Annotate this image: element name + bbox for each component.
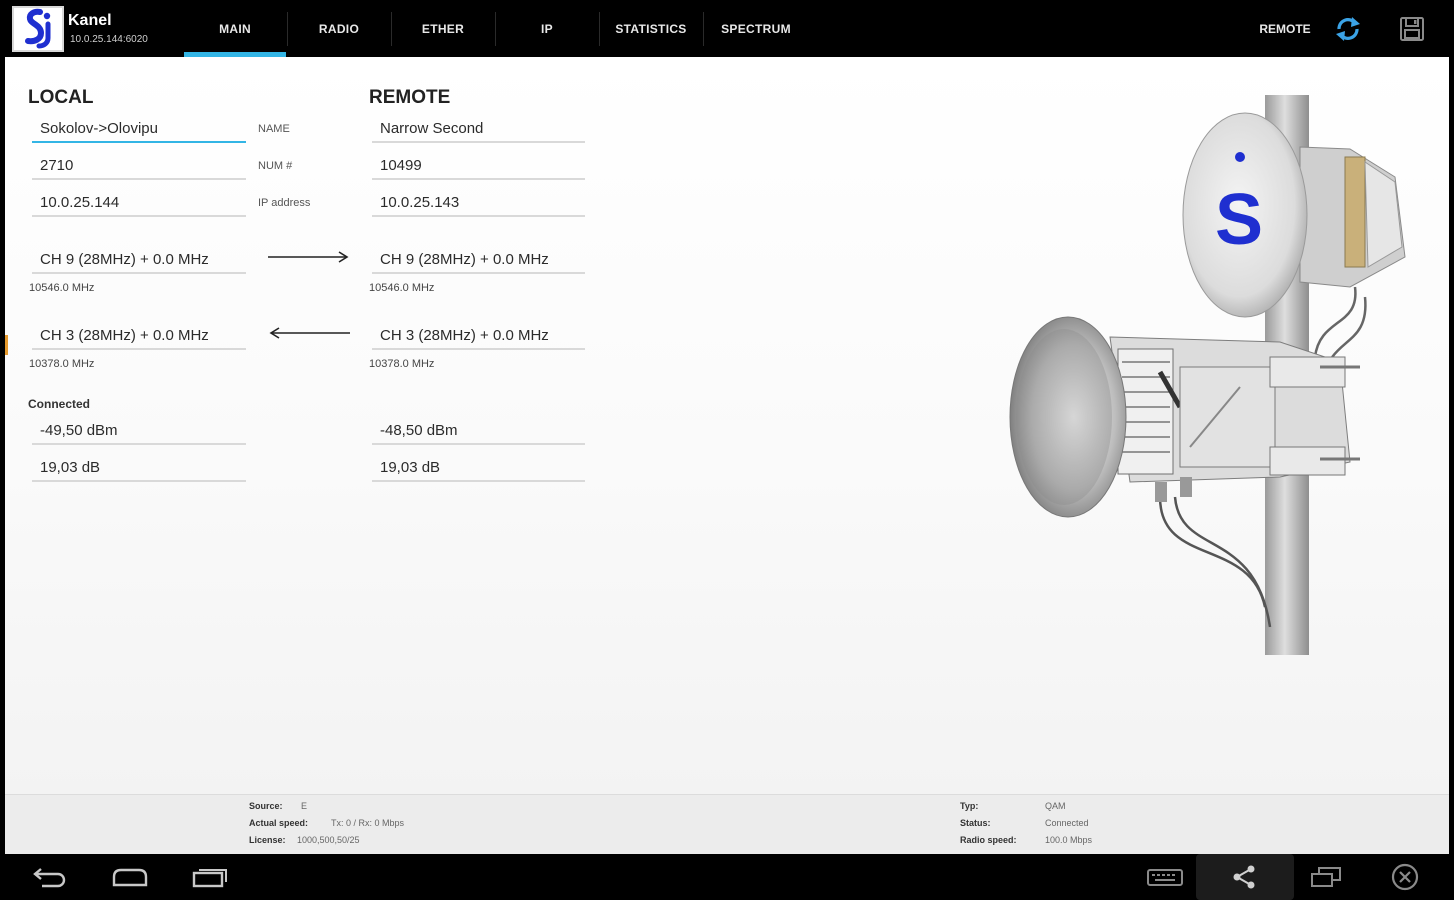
app-logo-icon — [12, 6, 64, 52]
remote-snr-value: 19,03 dB — [372, 454, 585, 482]
actual-speed-value: Tx: 0 / Rx: 0 Mbps — [331, 818, 405, 828]
radio-speed-label: Radio speed: — [960, 835, 1017, 845]
tab-ether[interactable]: ETHER — [392, 0, 494, 57]
type-value: QAM — [1045, 801, 1066, 811]
source-label: Source: — [249, 801, 283, 811]
remote-name-field[interactable]: Narrow Second — [372, 115, 585, 143]
local-name-field[interactable]: Sokolov->Olovipu — [32, 115, 246, 143]
keyboard-icon[interactable] — [1140, 854, 1190, 900]
main-panel: LOCAL REMOTE Sokolov->Olovipu 2710 10.0.… — [5, 57, 1449, 794]
home-icon[interactable] — [104, 854, 156, 900]
tab-ip[interactable]: IP — [496, 0, 598, 57]
local-tx-frequency: 10546.0 MHz — [29, 282, 95, 294]
local-rx-frequency: 10378.0 MHz — [29, 358, 95, 370]
remote-button[interactable]: REMOTE — [1256, 0, 1314, 57]
refresh-icon[interactable] — [1324, 0, 1372, 57]
remote-tx-channel-select[interactable]: CH 9 (28MHz) + 0.0 MHz — [372, 246, 585, 274]
local-snr-value: 19,03 dB — [32, 454, 246, 482]
edge-indicator — [5, 335, 8, 355]
local-rssi-value: -49,50 dBm — [32, 417, 246, 445]
num-label: NUM # — [258, 160, 293, 172]
remote-rx-channel-select[interactable]: CH 3 (28MHz) + 0.0 MHz — [372, 322, 585, 350]
name-label: NAME — [258, 123, 290, 135]
back-icon[interactable] — [24, 854, 76, 900]
tab-spectrum[interactable]: SPECTRUM — [704, 0, 808, 57]
source-value: E — [301, 801, 308, 811]
radio-speed-value: 100.0 Mbps — [1045, 835, 1093, 845]
window-icon[interactable] — [1302, 854, 1350, 900]
system-nav-bar — [0, 854, 1454, 900]
remote-heading: REMOTE — [369, 87, 451, 108]
local-heading: LOCAL — [28, 87, 94, 108]
save-icon[interactable] — [1388, 0, 1436, 57]
local-rx-channel-select[interactable]: CH 3 (28MHz) + 0.0 MHz — [32, 322, 246, 350]
app-title: Kanel — [68, 12, 112, 29]
local-num-field[interactable]: 2710 — [32, 152, 246, 180]
ip-label: IP address — [258, 197, 311, 209]
actual-speed-label: Actual speed: — [249, 818, 309, 828]
status-label: Status: — [960, 818, 991, 828]
remote-rx-frequency: 10378.0 MHz — [369, 358, 435, 370]
action-bar: Kanel 10.0.25.144:6020 MAIN RADIO ETHER … — [0, 0, 1454, 57]
remote-num-field[interactable]: 10499 — [372, 152, 585, 180]
share-icon[interactable] — [1218, 854, 1270, 900]
arrow-left-icon — [269, 327, 350, 339]
remote-tx-frequency: 10546.0 MHz — [369, 282, 435, 294]
arrow-right-icon — [268, 251, 349, 263]
status-value: Connected — [1045, 818, 1089, 828]
license-value: 1000,500,50/25 — [297, 835, 360, 845]
svg-text:S: S — [1215, 180, 1263, 260]
recent-apps-icon[interactable] — [184, 854, 236, 900]
license-label: License: — [249, 835, 286, 845]
local-ip-field[interactable]: 10.0.25.144 — [32, 189, 246, 217]
local-tx-channel-select[interactable]: CH 9 (28MHz) + 0.0 MHz — [32, 246, 246, 274]
tab-statistics[interactable]: STATISTICS — [600, 0, 702, 57]
close-icon[interactable] — [1382, 854, 1428, 900]
tab-radio[interactable]: RADIO — [288, 0, 390, 57]
antenna-illustration: S — [1009, 95, 1406, 655]
app-subtitle: 10.0.25.144:6020 — [70, 34, 148, 45]
remote-ip-field[interactable]: 10.0.25.143 — [372, 189, 585, 217]
status-strip: Source: E Actual speed: Tx: 0 / Rx: 0 Mb… — [5, 794, 1449, 854]
remote-rssi-value: -48,50 dBm — [372, 417, 585, 445]
type-label: Typ: — [960, 801, 979, 811]
tab-main[interactable]: MAIN — [184, 0, 286, 57]
connection-status-label: Connected — [28, 397, 91, 411]
